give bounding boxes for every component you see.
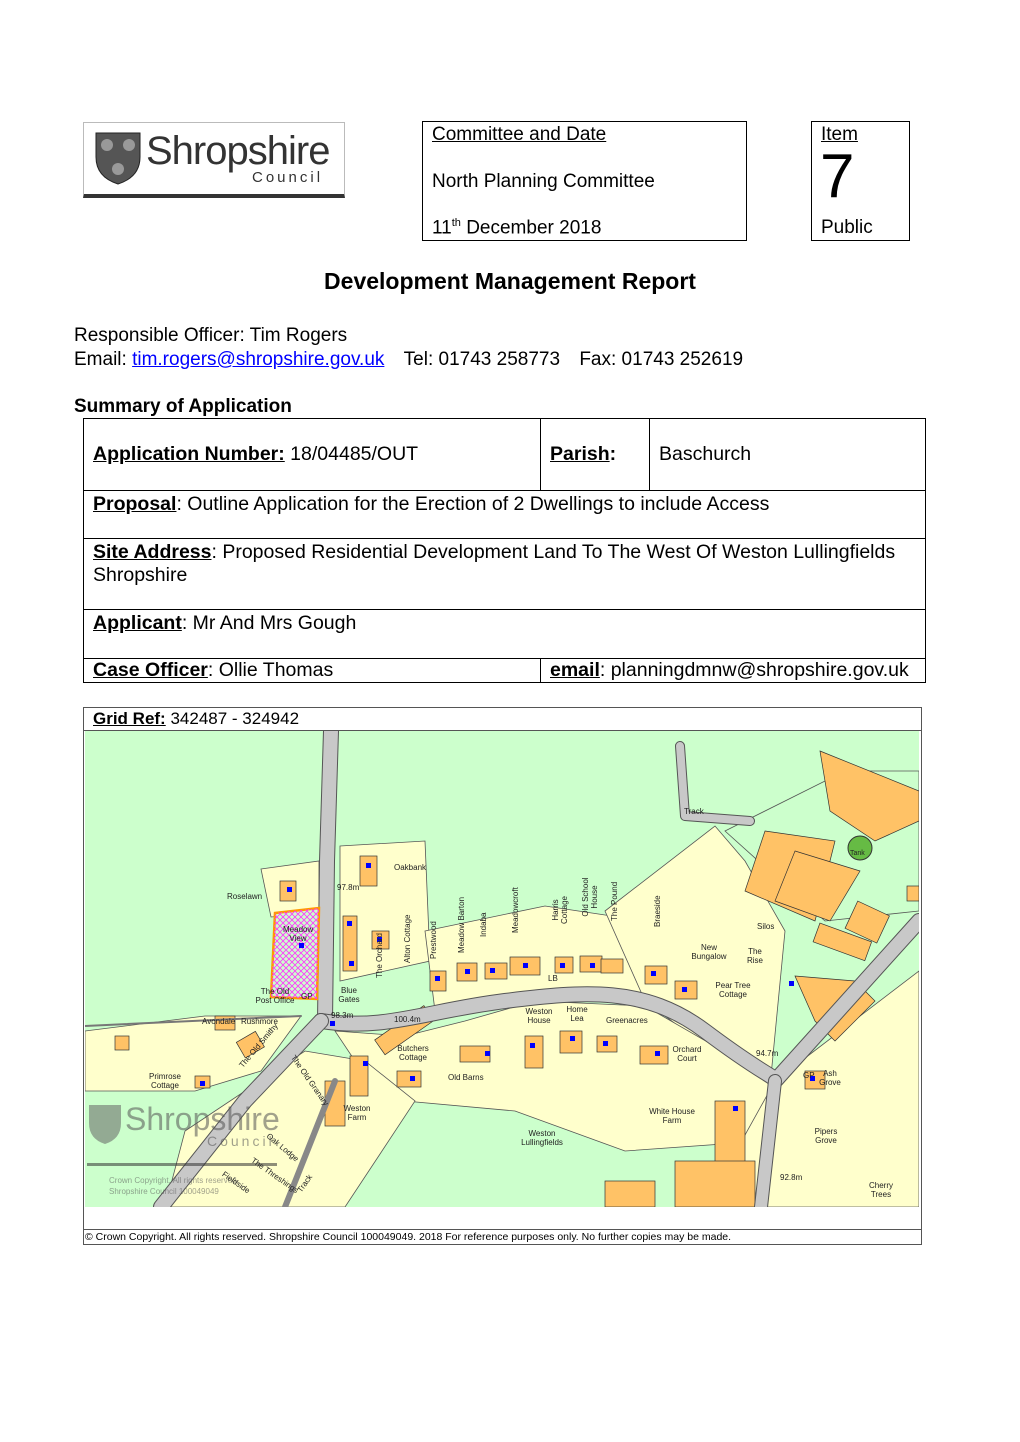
map-label: The Rise xyxy=(746,947,763,965)
committee-name: North Planning Committee xyxy=(432,171,655,192)
watermark-crest-icon xyxy=(89,1105,121,1144)
map-label: Primrose Cottage xyxy=(148,1072,181,1090)
officer-contact: Email: tim.rogers@shropshire.gov.uk Tel:… xyxy=(74,349,744,370)
map-label: Weston Lullingfields xyxy=(521,1129,563,1147)
grid-ref: Grid Ref: 342487 - 324942 xyxy=(93,709,300,728)
map-label-vertical: Braeside xyxy=(653,895,662,927)
map-label: Pear Tree Cottage xyxy=(715,981,751,999)
map-label-vertical: Meadow Barton xyxy=(457,896,466,953)
map-label: Orchard Court xyxy=(672,1045,702,1063)
map-label: Tank xyxy=(850,850,865,857)
item-number: 7 xyxy=(820,142,855,211)
map-label-vertical: The Pound xyxy=(610,881,619,921)
parish-label-cell: Parish: xyxy=(540,418,650,491)
map-label: Silos xyxy=(757,922,775,931)
committee-heading: Committee and Date xyxy=(432,124,607,145)
case-email-cell: email: planningdmnw@shropshire.gov.uk xyxy=(540,658,926,683)
location-map-frame: Grid Ref: 342487 - 324942 © Crown Copyri… xyxy=(83,707,922,1245)
application-site-boundary xyxy=(269,906,321,1001)
map-label: Weston Farm xyxy=(343,1104,371,1122)
map-label: GP xyxy=(301,992,313,1001)
map-label: 92.8m xyxy=(780,1173,803,1182)
map-label: 98.3m xyxy=(331,1011,354,1020)
map-label: 94.7m xyxy=(756,1049,779,1058)
map-label: Greenacres xyxy=(606,1016,648,1025)
map-label: Butchers Cottage xyxy=(397,1044,429,1062)
map-label: GP xyxy=(803,1071,815,1080)
site-address-cell: Site Address: Proposed Residential Devel… xyxy=(83,538,926,610)
map-label: 97.8m xyxy=(337,883,360,892)
map-label: Weston House xyxy=(525,1007,553,1025)
map-label-vertical: Alton Cottage xyxy=(403,914,412,963)
map-label-vertical: Harris Cottage xyxy=(551,895,569,925)
map-label: Oakbank xyxy=(394,863,427,872)
officer-fax: Fax: 01743 252619 xyxy=(579,349,744,370)
officer-tel: Tel: 01743 258773 xyxy=(403,349,561,370)
summary-heading: Summary of Application xyxy=(74,396,292,417)
map-label: 100.4m xyxy=(394,1015,421,1024)
coat-of-arms-icon xyxy=(95,132,141,185)
map-label: Old Barns xyxy=(448,1073,484,1082)
report-page: Shropshire Council Committee and Date No… xyxy=(0,0,1020,1442)
responsible-officer: Responsible Officer: Tim Rogers xyxy=(74,325,348,346)
map-label: Ash Grove xyxy=(819,1069,841,1087)
map-label: LB xyxy=(548,974,558,983)
map-label: Meadow View xyxy=(283,925,314,943)
item-box: Item 7 Public xyxy=(811,121,910,241)
map-label-vertical: Meadowcroft xyxy=(511,887,520,933)
application-number-cell: Application Number: 18/04485/OUT xyxy=(83,418,541,491)
item-status: Public xyxy=(821,217,873,238)
case-officer-cell: Case Officer: Ollie Thomas xyxy=(83,658,541,683)
map-label: White House Farm xyxy=(649,1107,695,1125)
map-label: Track xyxy=(684,807,704,816)
page-title: Development Management Report xyxy=(324,268,696,294)
map-label-vertical: The Orchard xyxy=(375,933,384,978)
map-label: The Old Post Office xyxy=(255,987,295,1005)
map-label: New Bungalow xyxy=(691,943,727,961)
map-label-vertical: Indaba xyxy=(479,912,488,937)
map-footer-copyright: © Crown Copyright. All rights reserved. … xyxy=(85,1231,732,1243)
map-label-vertical: Prestwood xyxy=(429,921,438,959)
shropshire-council-logo: Shropshire Council xyxy=(83,122,345,198)
map-label: Pipers Grove xyxy=(814,1127,838,1145)
map-label: Home Lea xyxy=(566,1005,588,1023)
summary-table: Application Number: 18/04485/OUT Parish:… xyxy=(83,418,926,683)
map-label: Avondale xyxy=(202,1017,236,1026)
proposal-cell: Proposal: Outline Application for the Er… xyxy=(83,490,926,539)
map-label: Roselawn xyxy=(227,892,263,901)
parish-value: Baschurch xyxy=(649,418,926,491)
committee-date: 11th December 2018 xyxy=(432,217,602,239)
map-label: Cherry Trees xyxy=(868,1181,893,1199)
map-label-vertical: Old School House xyxy=(581,877,599,917)
committee-box: Committee and Date North Planning Commit… xyxy=(422,121,747,241)
applicant-cell: Applicant: Mr And Mrs Gough xyxy=(83,609,926,659)
map-label: Blue Gates xyxy=(338,986,360,1004)
officer-email-link[interactable]: tim.rogers@shropshire.gov.uk xyxy=(132,349,384,370)
map[interactable]: Shropshire Council Crown Copyright. All … xyxy=(85,731,919,1207)
